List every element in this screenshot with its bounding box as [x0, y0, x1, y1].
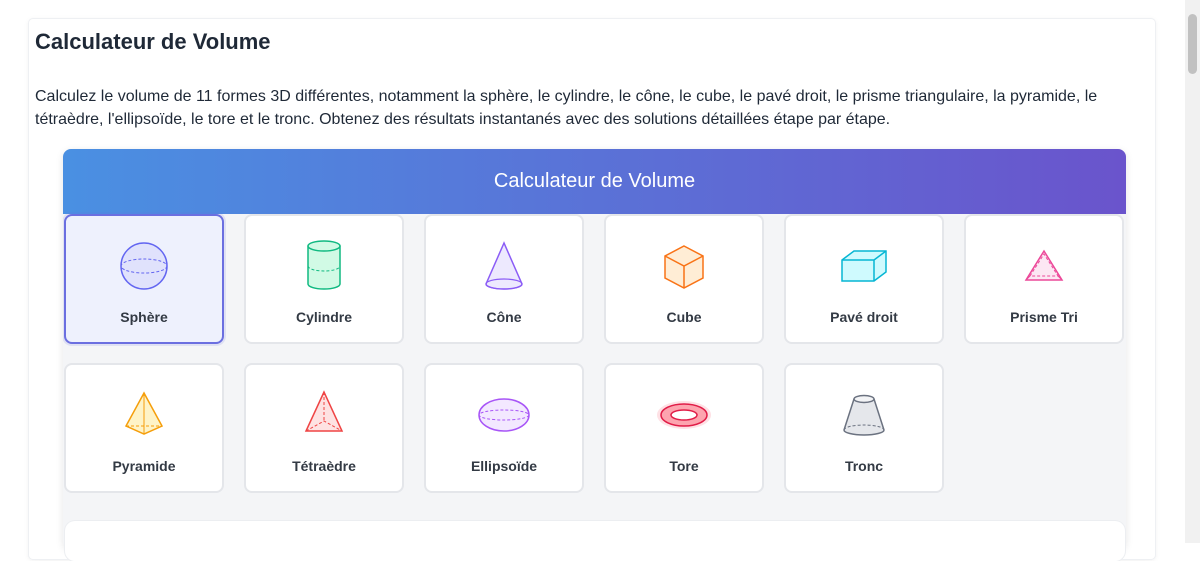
triangular-prism-icon [1014, 236, 1074, 296]
cuboid-icon [834, 236, 894, 296]
shape-button-torus[interactable]: Tore [604, 363, 764, 493]
shape-label: Tétraèdre [292, 458, 356, 474]
sphere-icon [114, 236, 174, 296]
shape-button-ellipsoid[interactable]: Ellipsoïde [424, 363, 584, 493]
shape-label: Pyramide [112, 458, 176, 474]
shape-label: Cône [486, 309, 522, 325]
shape-button-cuboid[interactable]: Pavé droit [784, 214, 944, 344]
shape-label: Cylindre [295, 309, 352, 325]
shape-button-frustum[interactable]: Tronc [784, 363, 944, 493]
shape-button-tetrahedron[interactable]: Tétraèdre [244, 363, 404, 493]
page-description: Calculez le volume de 11 formes 3D diffé… [35, 88, 1098, 128]
page-title: Calculateur de Volume [35, 29, 271, 54]
input-panel [65, 521, 1125, 561]
shape-label: Cube [666, 309, 702, 325]
shape-label: Tronc [844, 458, 884, 474]
ellipsoid-icon [474, 385, 534, 445]
shape-button-cone[interactable]: Cône [424, 214, 584, 344]
scrollbar-thumb[interactable] [1188, 14, 1197, 74]
shape-button-sphere[interactable]: Sphère [64, 214, 224, 344]
cone-icon [474, 236, 534, 296]
torus-icon [654, 385, 714, 445]
volume-calculator: Calculateur de Volume Sphère Cylindre Cô… [63, 149, 1126, 549]
cylinder-icon [294, 236, 354, 296]
cube-icon [654, 236, 714, 296]
tetrahedron-icon [294, 385, 354, 445]
shape-button-triangular-prism[interactable]: Prisme Tri [964, 214, 1124, 344]
shape-button-cylinder[interactable]: Cylindre [244, 214, 404, 344]
shape-label: Tore [669, 458, 699, 474]
shape-label: Pavé droit [830, 309, 898, 325]
pyramid-icon [114, 385, 174, 445]
calculator-header: Calculateur de Volume [63, 149, 1126, 214]
shape-label: Ellipsoïde [470, 458, 538, 474]
page-scrollbar[interactable] [1185, 0, 1200, 543]
shape-label: Sphère [120, 309, 168, 325]
shape-button-pyramid[interactable]: Pyramide [64, 363, 224, 493]
frustum-icon [834, 385, 894, 445]
shape-button-cube[interactable]: Cube [604, 214, 764, 344]
shape-label: Prisme Tri [1010, 309, 1078, 325]
